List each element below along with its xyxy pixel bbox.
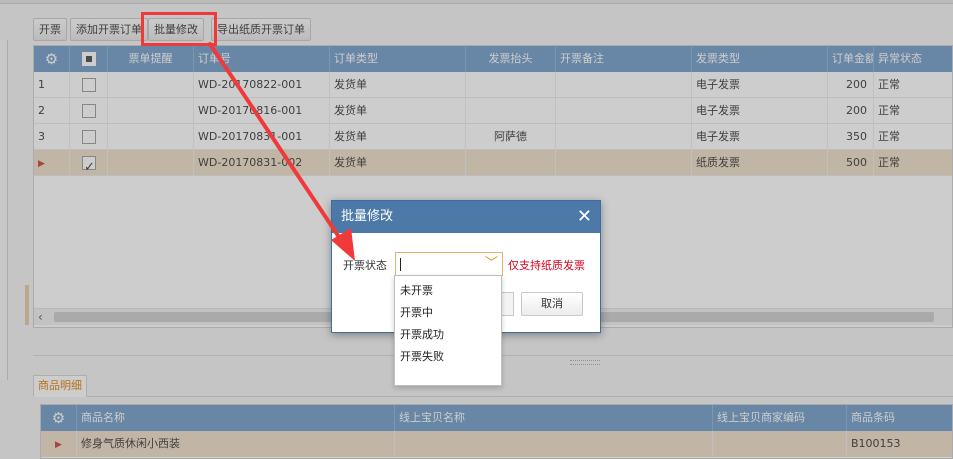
paper-invoice-hint: 仅支持纸质发票 [508, 259, 585, 272]
chevron-down-icon[interactable]: ﹀ [485, 256, 498, 272]
option-invoice-failed[interactable]: 开票失败 [395, 346, 501, 368]
dialog-title-bar: 批量修改 ✕ [332, 201, 600, 233]
text-cursor [400, 258, 401, 271]
option-not-invoiced[interactable]: 未开票 [395, 280, 501, 302]
invoice-status-dropdown: 未开票 开票中 开票成功 开票失败 [394, 275, 502, 386]
cancel-button[interactable]: 取消 [521, 292, 583, 316]
dialog-title: 批量修改 [341, 209, 394, 224]
annotation-highlight-box [141, 12, 217, 46]
invoice-status-label: 开票状态 [343, 259, 387, 272]
invoice-status-select[interactable]: ﹀ [395, 252, 503, 276]
close-icon[interactable]: ✕ [577, 201, 592, 233]
option-invoice-success[interactable]: 开票成功 [395, 324, 501, 346]
option-invoicing[interactable]: 开票中 [395, 302, 501, 324]
